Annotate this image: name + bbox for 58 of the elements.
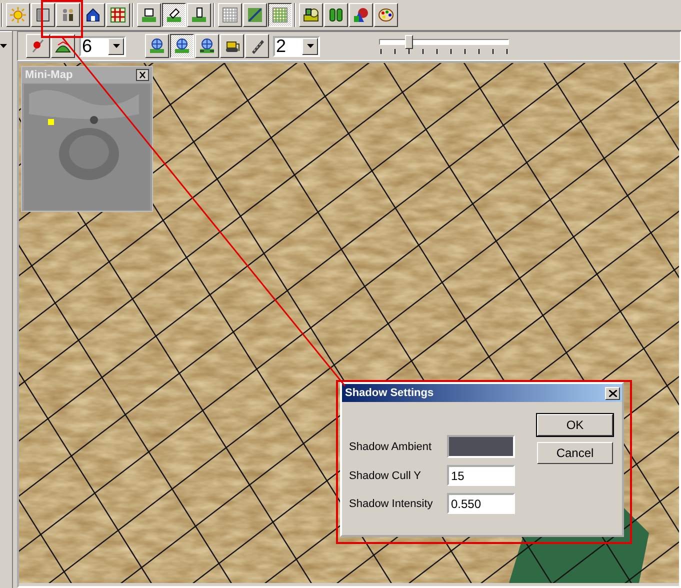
highlight-frame [41,0,83,38]
number-dropdown[interactable]: 2 [273,36,320,56]
tray-column-icon [191,7,207,23]
objects-icon [303,7,319,23]
globe-tray-icon [174,38,190,54]
grid-fine-icon [272,7,288,23]
close-icon [608,390,616,396]
marker-icon [30,38,46,54]
globe-arrows-icon [199,38,215,54]
field-label: Shadow Intensity [349,498,434,510]
sun-icon [10,7,26,23]
house-tool-button[interactable] [81,3,105,27]
grid-icon [222,7,238,23]
cylinders-icon [328,7,344,23]
objects-tool-button[interactable] [299,3,323,27]
dialog-button[interactable]: OK [537,414,613,436]
dialog-title: Shadow Settings [345,387,434,399]
sun-tool-button[interactable] [6,3,30,27]
palette-tool-button[interactable] [374,3,398,27]
tray-eraser-icon [166,7,182,23]
palette-icon [378,7,394,23]
grid-frame-icon [110,7,126,23]
caret-icon [306,44,314,48]
marker-tool-button[interactable] [26,34,50,58]
field-label: Shadow Cull Y [349,470,422,482]
globe-tray-icon [149,38,165,54]
panel-tool-button[interactable] [31,3,55,27]
road-icon [249,38,265,54]
panel-title: Mini-Map [25,69,73,81]
globe-tray-tool-button[interactable] [170,34,194,58]
globe-arrows-tool-button[interactable] [195,34,219,58]
number-dropdown[interactable]: 6 [79,36,126,56]
input-field[interactable]: 15 [447,465,515,486]
grid-frame-tool-button[interactable] [106,3,130,27]
dropdown-button[interactable] [108,38,124,54]
bulldozer-tool-button[interactable] [220,34,244,58]
dialog-button[interactable]: Cancel [537,442,613,464]
grid-tool-button[interactable] [218,3,242,27]
people-icon [60,7,76,23]
caret-icon [112,44,120,48]
people-tool-button[interactable] [56,3,80,27]
close-button[interactable] [605,386,620,400]
field-label: Shadow Ambient [349,440,433,452]
diagonal-icon [247,7,263,23]
color-swatch[interactable] [447,435,515,458]
tray-box-tool-button[interactable] [137,3,161,27]
tray-box-icon [141,7,157,23]
dropdown-button[interactable] [302,38,318,54]
road-tool-button[interactable] [245,34,269,58]
cylinders-tool-button[interactable] [324,3,348,27]
tray-column-tool-button[interactable] [187,3,211,27]
input-field[interactable]: 0.550 [447,493,515,514]
grid-fine-tool-button[interactable] [268,3,292,27]
house-icon [85,7,101,23]
diagonal-tool-button[interactable] [243,3,267,27]
slider-thumb[interactable] [405,35,414,49]
close-icon[interactable] [136,69,149,81]
tray-eraser-tool-button[interactable] [162,3,186,27]
